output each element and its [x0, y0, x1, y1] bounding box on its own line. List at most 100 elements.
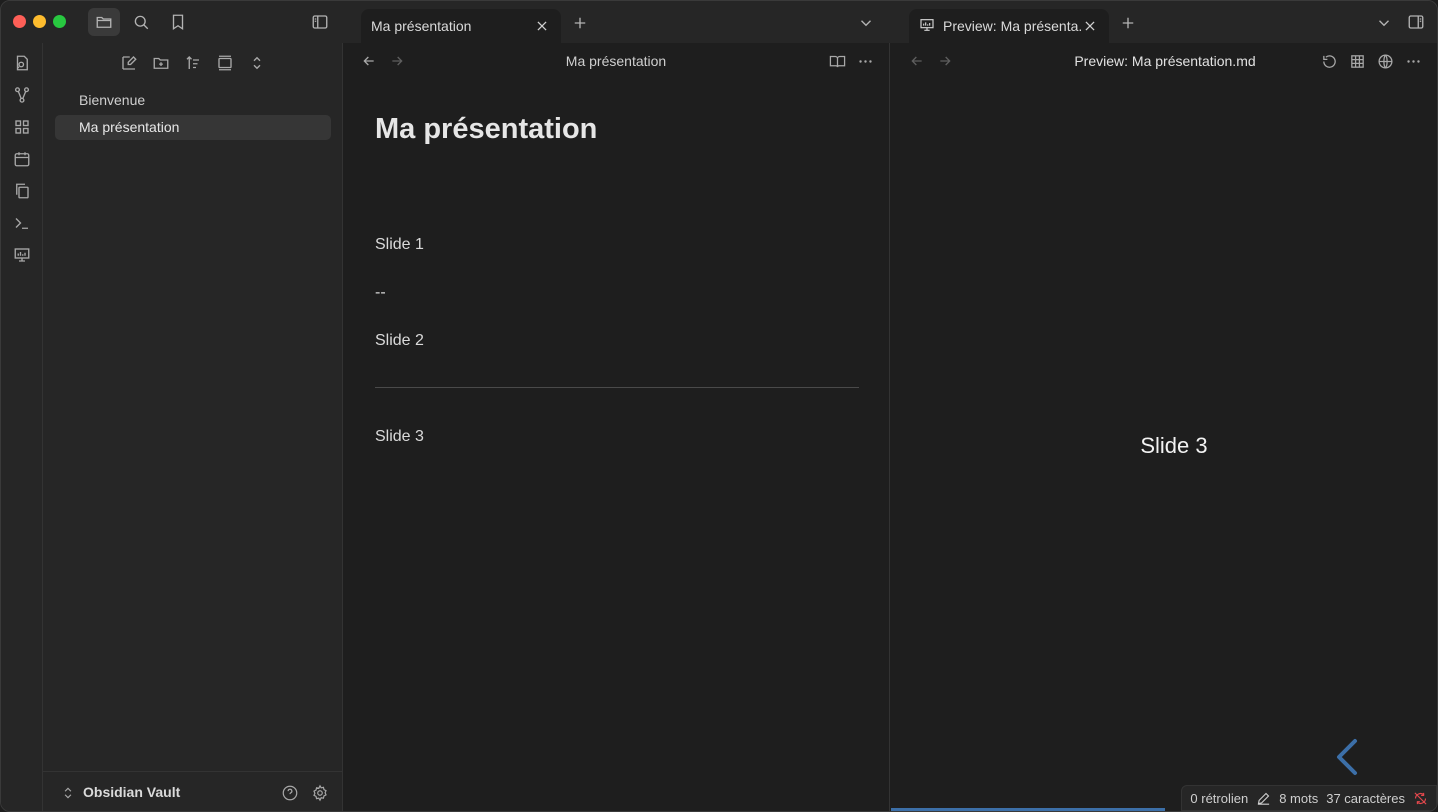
- presentation-icon: [14, 248, 30, 262]
- overview-button[interactable]: [1347, 51, 1367, 71]
- auto-reveal-button[interactable]: [211, 49, 239, 77]
- insert-template-button[interactable]: [10, 179, 34, 203]
- new-folder-button[interactable]: [147, 49, 175, 77]
- folder-plus-icon: [153, 57, 169, 69]
- copy-icon: [16, 183, 29, 199]
- search-icon: [134, 15, 149, 30]
- open-daily-note-button[interactable]: [10, 147, 34, 171]
- file-item-bienvenue[interactable]: Bienvenue: [55, 88, 331, 113]
- chevron-left-icon[interactable]: [1333, 737, 1361, 777]
- minimize-window-button[interactable]: [33, 15, 46, 28]
- ribbon: [1, 43, 43, 811]
- note-line-separator[interactable]: --: [375, 284, 386, 302]
- open-quick-switcher-button[interactable]: [10, 51, 34, 75]
- open-graph-view-button[interactable]: [10, 83, 34, 107]
- sync-error-icon[interactable]: [1413, 791, 1428, 806]
- horizontal-rule: [375, 387, 859, 388]
- panel-icon: [218, 55, 232, 71]
- toggle-right-sidebar-button[interactable]: [1400, 8, 1432, 36]
- open-command-palette-button[interactable]: [10, 211, 34, 235]
- app-window: Ma présentation Preview: Ma présenta...: [0, 0, 1438, 812]
- file-item-ma-presentation[interactable]: Ma présentation: [55, 115, 331, 140]
- backlinks-count[interactable]: 0 rétrolien: [1190, 791, 1248, 806]
- editor-header: Ma présentation: [343, 43, 889, 79]
- gear-icon: [313, 784, 327, 802]
- collapse-all-button[interactable]: [243, 49, 271, 77]
- presentation-icon: [919, 17, 937, 35]
- slides-preview-pane: Preview: Ma présentation.md Slide 3: [891, 43, 1437, 811]
- title-bar: Ma présentation Preview: Ma présenta...: [1, 1, 1437, 43]
- chevrons-up-down-icon[interactable]: [61, 785, 75, 801]
- close-icon: [1085, 21, 1095, 31]
- zoom-window-button[interactable]: [53, 15, 66, 28]
- folder-icon: [96, 16, 112, 28]
- new-tab-button-right[interactable]: [1112, 9, 1144, 37]
- bookmarks-view-button[interactable]: [162, 8, 194, 36]
- plus-icon: [1122, 17, 1134, 29]
- toggle-left-sidebar-button[interactable]: [304, 8, 336, 36]
- plus-icon: [574, 17, 586, 29]
- terminal-icon: [15, 218, 28, 229]
- chevron-down-icon: [1379, 20, 1389, 27]
- tab-preview[interactable]: Preview: Ma présenta...: [909, 9, 1109, 43]
- refresh-icon: [1322, 54, 1336, 68]
- sidebar-right-icon: [1408, 15, 1424, 29]
- note-line-slide-3[interactable]: Slide 3: [375, 428, 424, 446]
- help-icon: [282, 785, 298, 801]
- note-heading[interactable]: Ma présentation: [375, 113, 597, 146]
- file-search-icon: [16, 55, 28, 71]
- note-line-slide-2[interactable]: Slide 2: [375, 332, 424, 350]
- reload-button[interactable]: [1319, 51, 1339, 71]
- slide-content: Slide 3: [1140, 433, 1208, 458]
- tab-ma-presentation[interactable]: Ma présentation: [361, 9, 561, 43]
- sort-button[interactable]: [179, 49, 207, 77]
- close-window-button[interactable]: [13, 15, 26, 28]
- graph-icon: [14, 87, 30, 103]
- book-open-icon: [829, 55, 845, 67]
- close-icon: [537, 21, 547, 31]
- vault-name[interactable]: Obsidian Vault: [83, 784, 180, 800]
- close-tab-button[interactable]: [1081, 17, 1099, 35]
- reading-view-button[interactable]: [827, 51, 847, 71]
- tab-label: Preview: Ma présenta...: [943, 18, 1081, 34]
- file-item-label: Ma présentation: [79, 119, 180, 135]
- sort-icon: [186, 56, 199, 69]
- vault-switcher: Obsidian Vault: [43, 771, 343, 811]
- note-line-slide-1[interactable]: Slide 1: [375, 236, 424, 254]
- character-count: 37 caractères: [1326, 790, 1405, 806]
- help-button[interactable]: [279, 782, 301, 804]
- open-canvas-button[interactable]: [10, 115, 34, 139]
- more-options-button[interactable]: [855, 51, 875, 71]
- file-explorer: Bienvenue Ma présentation Obsidian Vault: [43, 43, 343, 811]
- pencil-icon[interactable]: [1256, 791, 1271, 806]
- status-bar: 0 rétrolien 8 mots 37 caractères: [1181, 785, 1437, 811]
- tab-label: Ma présentation: [371, 18, 472, 34]
- file-item-label: Bienvenue: [79, 92, 146, 108]
- open-slides-button[interactable]: [10, 243, 34, 267]
- settings-button[interactable]: [309, 782, 331, 804]
- sidebar-left-icon: [312, 15, 328, 29]
- tab-list-button[interactable]: [850, 9, 882, 37]
- editor-title[interactable]: Ma présentation: [343, 53, 889, 69]
- new-tab-button[interactable]: [564, 9, 596, 37]
- preview-header: Preview: Ma présentation.md: [891, 43, 1437, 79]
- open-in-browser-button[interactable]: [1375, 51, 1395, 71]
- file-explorer-actions: [43, 49, 343, 77]
- slide-progress-bar: [891, 808, 1165, 811]
- more-options-button[interactable]: [1403, 51, 1423, 71]
- chevron-down-icon: [861, 20, 871, 27]
- word-count: 8 mots: [1279, 790, 1319, 806]
- close-tab-button[interactable]: [533, 17, 551, 35]
- chevrons-up-down-icon: [253, 56, 261, 70]
- grid-icon: [15, 120, 29, 134]
- more-horizontal-icon: [858, 59, 872, 63]
- search-view-button[interactable]: [125, 8, 157, 36]
- bookmark-icon: [172, 14, 184, 31]
- grid-icon: [1350, 54, 1364, 68]
- tab-list-button-right[interactable]: [1368, 9, 1400, 37]
- editor-pane: Ma présentation Ma présentation Slide 1 …: [343, 43, 890, 811]
- globe-icon: [1377, 53, 1393, 69]
- new-note-button[interactable]: [115, 49, 143, 77]
- files-view-button[interactable]: [88, 8, 120, 36]
- calendar-icon: [14, 152, 30, 167]
